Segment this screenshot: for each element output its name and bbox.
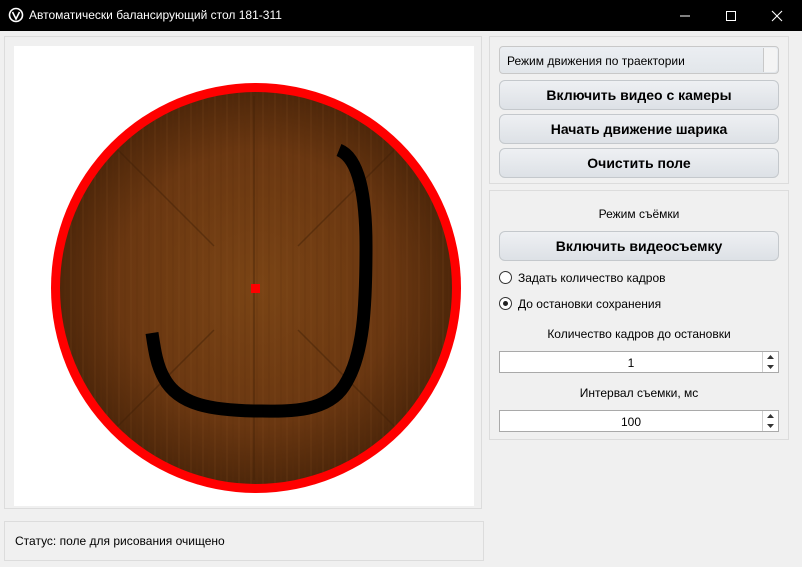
radio-frame-count[interactable]: Задать количество кадров (499, 271, 719, 287)
record-video-button[interactable]: Включить видеосъемку (499, 231, 779, 261)
clear-field-button[interactable]: Очистить поле (499, 148, 779, 178)
minimize-button[interactable] (662, 0, 708, 31)
spin-buttons (762, 352, 778, 372)
minimize-icon (680, 15, 690, 17)
center-marker (251, 284, 260, 293)
close-button[interactable] (754, 0, 800, 31)
app-logo-icon (8, 7, 24, 23)
start-ball-button[interactable]: Начать движение шарика (499, 114, 779, 144)
spin-up-icon[interactable] (763, 352, 778, 362)
radio-checked-icon[interactable] (499, 297, 512, 310)
radio-label: Задать количество кадров (518, 271, 666, 285)
close-icon (771, 10, 783, 22)
status-text: Статус: поле для рисования очищено (15, 534, 225, 548)
main-window: Статус: поле для рисования очищено Режим… (0, 31, 802, 567)
title-bar: Автоматически балансирующий стол 181-311 (0, 0, 802, 31)
radio-until-stop[interactable]: До остановки сохранения (499, 297, 719, 313)
spin-down-icon[interactable] (763, 421, 778, 431)
table-board (51, 83, 461, 493)
frames-value: 1 (627, 356, 635, 370)
mode-select-value: Режим движения по траектории (507, 54, 685, 68)
frames-label: Количество кадров до остановки (547, 327, 731, 341)
status-bar: Статус: поле для рисования очищено (4, 521, 484, 561)
recording-section-title: Режим съёмки (598, 207, 680, 221)
recording-group (489, 190, 789, 440)
interval-label: Интервал съемки, мс (579, 386, 699, 400)
interval-spinbox[interactable]: 100 (499, 410, 779, 432)
interval-value: 100 (620, 415, 642, 429)
maximize-button[interactable] (708, 0, 754, 31)
radio-unchecked-icon[interactable] (499, 271, 512, 284)
mode-select[interactable]: Режим движения по траектории (499, 46, 779, 74)
radio-label: До остановки сохранения (518, 297, 662, 311)
maximize-icon (726, 11, 736, 21)
dropdown-handle-icon[interactable] (763, 48, 777, 72)
spin-up-icon[interactable] (763, 411, 778, 421)
spin-buttons (762, 411, 778, 431)
camera-button[interactable]: Включить видео с камеры (499, 80, 779, 110)
drawing-canvas[interactable] (14, 46, 474, 506)
window-title: Автоматически балансирующий стол 181-311 (29, 8, 282, 22)
spin-down-icon[interactable] (763, 362, 778, 372)
frames-spinbox[interactable]: 1 (499, 351, 779, 373)
